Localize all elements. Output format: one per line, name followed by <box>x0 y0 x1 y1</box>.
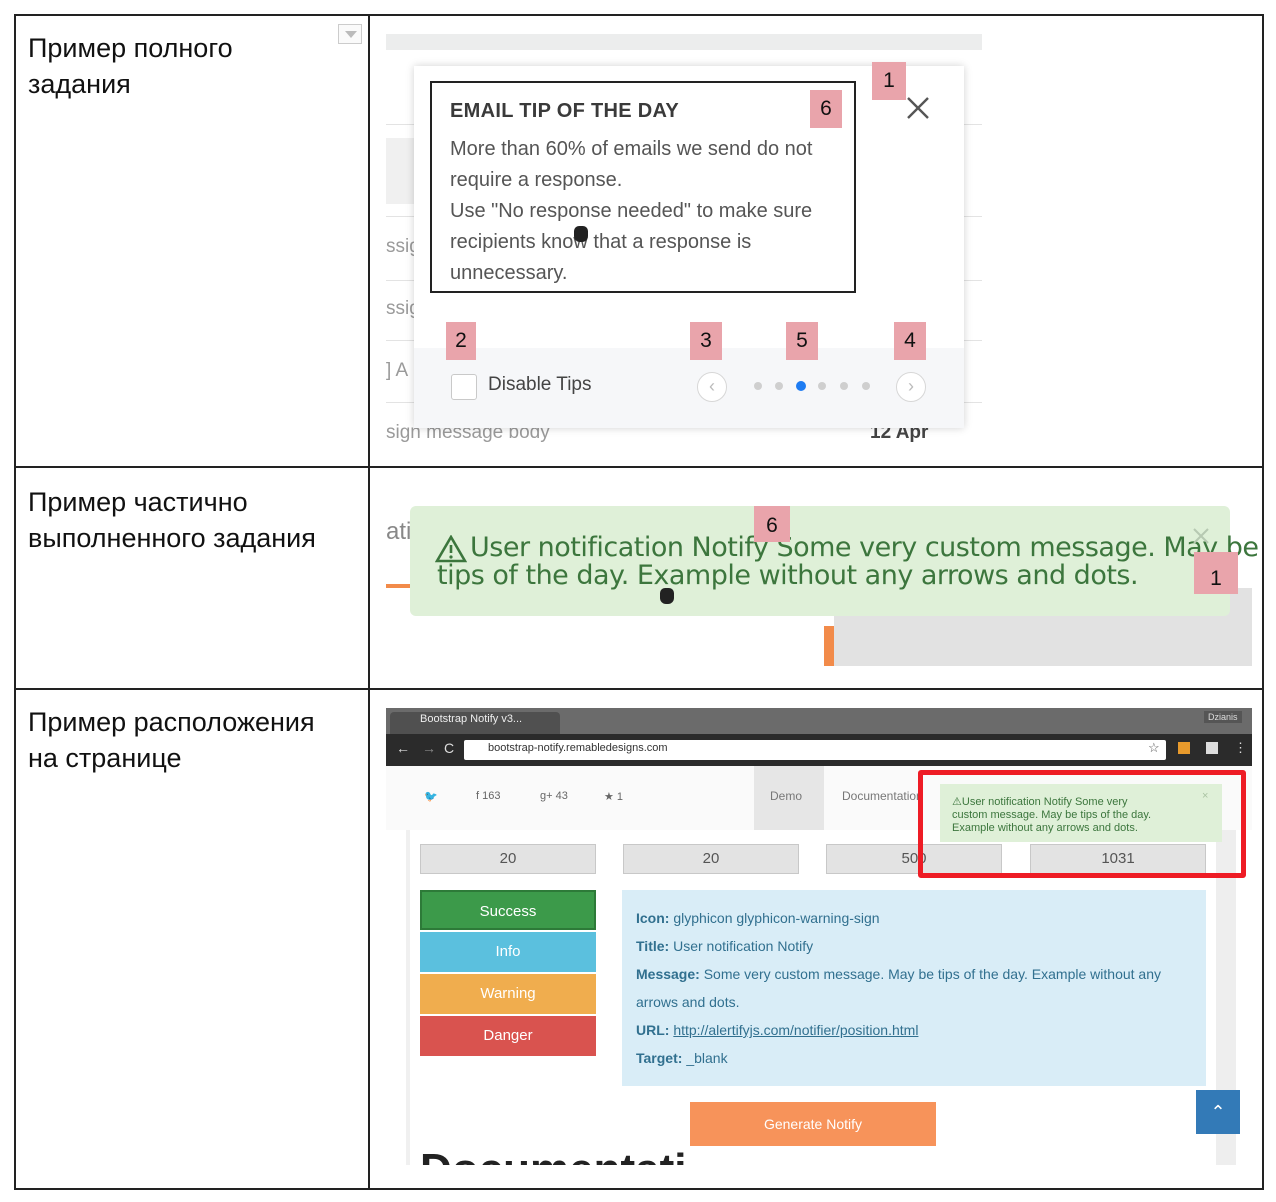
tip-text-line: Use "No response needed" to make sure <box>450 200 813 222</box>
table-column-divider <box>368 14 370 1190</box>
info-title-line: Title: User notification Notify <box>636 938 814 954</box>
prev-tip-button[interactable]: ‹ <box>697 372 727 402</box>
page-dot[interactable] <box>754 382 762 390</box>
next-tip-button[interactable]: › <box>896 372 926 402</box>
close-icon[interactable] <box>904 94 932 122</box>
row-label-page-placement: Пример расположения на странице <box>28 707 315 773</box>
marker-5: 5 <box>786 322 818 360</box>
page-dot[interactable] <box>862 382 870 390</box>
forward-icon[interactable]: → <box>422 740 436 756</box>
page-dot[interactable] <box>818 382 826 390</box>
disable-tips-checkbox[interactable] <box>451 374 477 400</box>
marker-2: 2 <box>446 322 476 360</box>
cursor-hand-icon <box>574 226 588 242</box>
warning-sign-icon <box>435 535 467 563</box>
tip-text-line: require a response. <box>450 169 623 191</box>
row-label-full-task: Пример полного задания <box>28 33 233 99</box>
warning-button[interactable]: Warning <box>420 974 596 1014</box>
facebook-count[interactable]: f 163 <box>476 790 500 802</box>
marker-6: 6 <box>754 506 790 542</box>
marker-6: 6 <box>810 90 842 128</box>
marker-1: 1 <box>1194 552 1238 594</box>
tip-text-line: recipients know that a response is <box>450 231 752 253</box>
scroll-top-icon[interactable]: ⌃ <box>1196 1090 1240 1134</box>
page-dot-active[interactable] <box>796 381 806 391</box>
extension-icon[interactable] <box>1178 742 1190 754</box>
bg-text-fragment: ] A <box>386 360 409 381</box>
tip-title: EMAIL TIP OF THE DAY <box>450 100 679 122</box>
cursor-hand-icon <box>660 588 674 604</box>
bookmark-star-icon[interactable]: ☆ <box>1148 740 1160 756</box>
row-label-partial-task: Пример частично выполненного задания <box>28 487 316 553</box>
chevron-down-icon[interactable] <box>338 24 362 44</box>
info-message-line: Message: Some very custom message. May b… <box>636 966 1161 982</box>
marker-1: 1 <box>872 62 906 100</box>
twitter-icon[interactable]: 🐦 <box>424 790 438 803</box>
notification-text-line: tips of the day. Example without any arr… <box>437 560 1139 591</box>
marker-4: 4 <box>894 322 926 360</box>
back-icon[interactable]: ← <box>396 740 410 756</box>
info-icon-line: Icon: glyphicon glyphicon-warning-sign <box>636 910 880 926</box>
info-url-line: URL: http://alertifyjs.com/notifier/posi… <box>636 1022 919 1038</box>
notification-text-line: User notification Notify Some very custo… <box>470 532 1259 563</box>
info-target-line: Target: _blank <box>636 1050 728 1066</box>
info-button[interactable]: Info <box>420 932 596 972</box>
table-row-divider <box>14 466 1264 468</box>
info-message-line: arrows and dots. <box>636 994 740 1010</box>
success-button[interactable]: Success <box>420 890 596 930</box>
table-row-divider <box>14 688 1264 690</box>
extension-icon[interactable] <box>1206 742 1218 754</box>
tip-text-line: unnecessary. <box>450 262 568 284</box>
window-label: Dzianis <box>1204 711 1242 723</box>
bg-text-fragment: ati <box>386 518 412 545</box>
page-dot[interactable] <box>840 382 848 390</box>
star-count[interactable]: ★ 1 <box>604 790 623 803</box>
tip-text-line: More than 60% of emails we send do not <box>450 138 813 160</box>
number-box[interactable]: 20 <box>420 844 596 874</box>
page-dot[interactable] <box>775 382 783 390</box>
marker-3: 3 <box>690 322 722 360</box>
generate-notify-button[interactable]: Generate Notify <box>690 1102 936 1146</box>
nav-demo[interactable]: Demo <box>770 789 802 803</box>
number-box[interactable]: 20 <box>623 844 799 874</box>
nav-documentation[interactable]: Documentation <box>842 789 923 803</box>
browser-tab-title[interactable]: Bootstrap Notify v3... <box>420 713 522 725</box>
danger-button[interactable]: Danger <box>420 1016 596 1056</box>
disable-tips-label: Disable Tips <box>488 374 592 395</box>
documentation-heading: Documentati <box>420 1148 1200 1165</box>
address-bar[interactable]: bootstrap-notify.remabledesigns.com <box>488 742 668 754</box>
menu-icon[interactable]: ⋮ <box>1234 740 1247 756</box>
reload-icon[interactable]: C <box>444 740 454 756</box>
documentation-heading-clip: Documentati <box>420 1148 1200 1165</box>
highlight-frame <box>918 770 1246 878</box>
gplus-count[interactable]: g+ 43 <box>540 790 568 802</box>
close-icon[interactable] <box>1192 527 1210 545</box>
